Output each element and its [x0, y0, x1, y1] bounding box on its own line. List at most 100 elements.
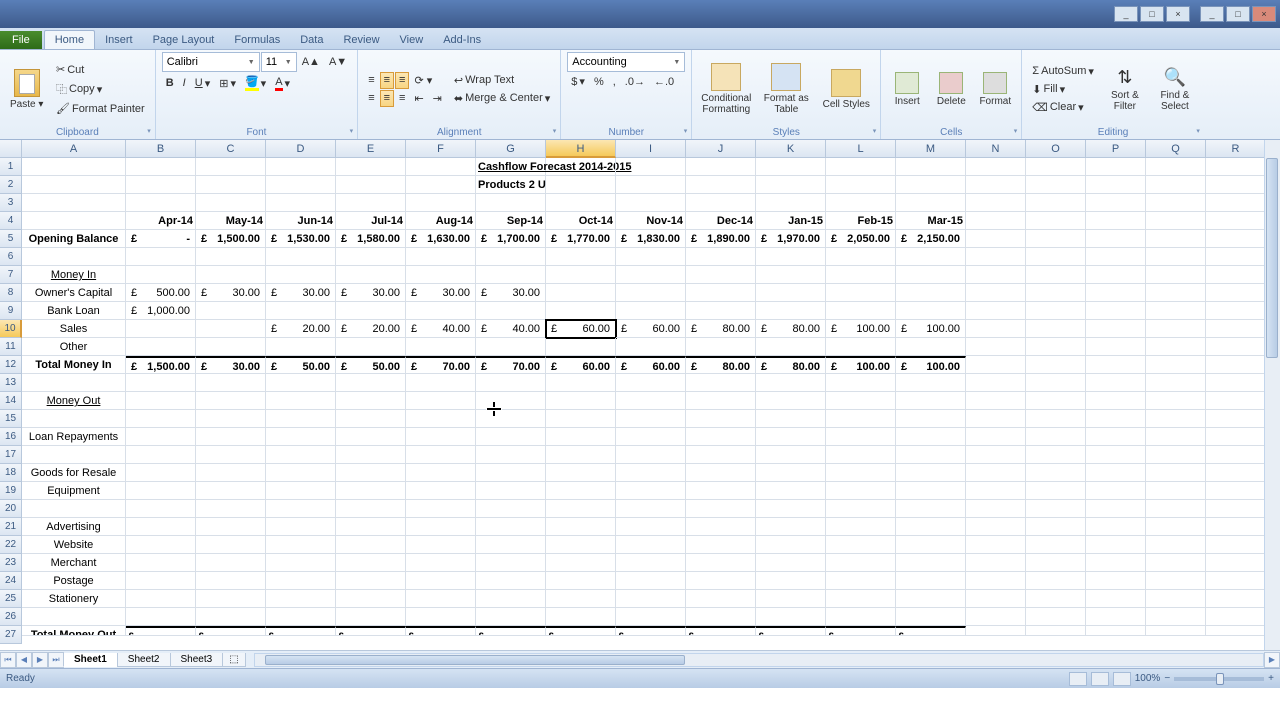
- fill-color-button[interactable]: 🪣 ▾: [241, 73, 270, 93]
- cell-R8[interactable]: [1206, 284, 1266, 302]
- cell-R6[interactable]: [1206, 248, 1266, 266]
- cell-K6[interactable]: [756, 248, 826, 266]
- cell-I23[interactable]: [616, 554, 686, 572]
- cell-A24[interactable]: Postage: [22, 572, 126, 590]
- cell-N24[interactable]: [966, 572, 1026, 590]
- cell-L18[interactable]: [826, 464, 896, 482]
- row-header-7[interactable]: 7: [0, 266, 22, 284]
- cell-R19[interactable]: [1206, 482, 1266, 500]
- row-header-15[interactable]: 15: [0, 410, 22, 428]
- cell-C26[interactable]: [196, 608, 266, 626]
- font-color-button[interactable]: A ▾: [271, 73, 294, 93]
- cell-P25[interactable]: [1086, 590, 1146, 608]
- cell-R21[interactable]: [1206, 518, 1266, 536]
- cell-D3[interactable]: [266, 194, 336, 212]
- cell-C18[interactable]: [196, 464, 266, 482]
- cell-P14[interactable]: [1086, 392, 1146, 410]
- cell-I8[interactable]: [616, 284, 686, 302]
- cell-M9[interactable]: [896, 302, 966, 320]
- cell-J13[interactable]: [686, 374, 756, 392]
- cell-N3[interactable]: [966, 194, 1026, 212]
- row-header-21[interactable]: 21: [0, 518, 22, 536]
- cell-D13[interactable]: [266, 374, 336, 392]
- cell-J16[interactable]: [686, 428, 756, 446]
- cell-N19[interactable]: [966, 482, 1026, 500]
- cell-R12[interactable]: [1206, 356, 1266, 374]
- cell-E22[interactable]: [336, 536, 406, 554]
- cell-J21[interactable]: [686, 518, 756, 536]
- column-header-N[interactable]: N: [966, 140, 1026, 158]
- cell-H20[interactable]: [546, 500, 616, 518]
- cell-N22[interactable]: [966, 536, 1026, 554]
- cell-A1[interactable]: [22, 158, 126, 176]
- cell-A4[interactable]: [22, 212, 126, 230]
- cell-R26[interactable]: [1206, 608, 1266, 626]
- cell-M6[interactable]: [896, 248, 966, 266]
- cell-E2[interactable]: [336, 176, 406, 194]
- font-size-select[interactable]: 11▼: [261, 52, 297, 72]
- cell-Q12[interactable]: [1146, 356, 1206, 374]
- cell-C19[interactable]: [196, 482, 266, 500]
- cell-Q25[interactable]: [1146, 590, 1206, 608]
- cell-J8[interactable]: [686, 284, 756, 302]
- cell-A19[interactable]: Equipment: [22, 482, 126, 500]
- cell-C20[interactable]: [196, 500, 266, 518]
- cell-L19[interactable]: [826, 482, 896, 500]
- cell-G8[interactable]: £30.00: [476, 284, 546, 302]
- cell-I20[interactable]: [616, 500, 686, 518]
- sheet-nav-last[interactable]: ⏭: [48, 652, 64, 668]
- delete-cells-button[interactable]: Delete: [931, 70, 971, 109]
- cell-M21[interactable]: [896, 518, 966, 536]
- cell-M5[interactable]: £2,150.00: [896, 230, 966, 248]
- cell-E16[interactable]: [336, 428, 406, 446]
- cell-B9[interactable]: £1,000.00: [126, 302, 196, 320]
- cell-P17[interactable]: [1086, 446, 1146, 464]
- cell-R17[interactable]: [1206, 446, 1266, 464]
- cell-I5[interactable]: £1,830.00: [616, 230, 686, 248]
- cell-L5[interactable]: £2,050.00: [826, 230, 896, 248]
- cell-E8[interactable]: £30.00: [336, 284, 406, 302]
- cell-M12[interactable]: £100.00: [896, 356, 966, 374]
- cell-K17[interactable]: [756, 446, 826, 464]
- cell-D7[interactable]: [266, 266, 336, 284]
- zoom-out-button[interactable]: −: [1164, 673, 1170, 684]
- cell-B24[interactable]: [126, 572, 196, 590]
- cell-F24[interactable]: [406, 572, 476, 590]
- row-header-5[interactable]: 5: [0, 230, 22, 248]
- cell-D23[interactable]: [266, 554, 336, 572]
- cell-styles-button[interactable]: Cell Styles: [818, 67, 874, 112]
- cell-H17[interactable]: [546, 446, 616, 464]
- cell-A3[interactable]: [22, 194, 126, 212]
- cell-A26[interactable]: [22, 608, 126, 626]
- cell-E17[interactable]: [336, 446, 406, 464]
- cell-L8[interactable]: [826, 284, 896, 302]
- cell-Q16[interactable]: [1146, 428, 1206, 446]
- cell-I9[interactable]: [616, 302, 686, 320]
- app-maximize-button[interactable]: □: [1226, 6, 1250, 22]
- cell-I26[interactable]: [616, 608, 686, 626]
- cell-B21[interactable]: [126, 518, 196, 536]
- cell-F7[interactable]: [406, 266, 476, 284]
- cell-N27[interactable]: [966, 626, 1026, 636]
- cell-Q2[interactable]: [1146, 176, 1206, 194]
- cell-F21[interactable]: [406, 518, 476, 536]
- cell-B7[interactable]: [126, 266, 196, 284]
- cell-Q20[interactable]: [1146, 500, 1206, 518]
- sheet-tab-3[interactable]: Sheet3: [170, 653, 224, 667]
- cell-E3[interactable]: [336, 194, 406, 212]
- cell-Q17[interactable]: [1146, 446, 1206, 464]
- cell-H4[interactable]: Oct-14: [546, 212, 616, 230]
- zoom-in-button[interactable]: +: [1268, 673, 1274, 684]
- cell-O12[interactable]: [1026, 356, 1086, 374]
- cell-N5[interactable]: [966, 230, 1026, 248]
- cell-H19[interactable]: [546, 482, 616, 500]
- cell-G25[interactable]: [476, 590, 546, 608]
- cell-J24[interactable]: [686, 572, 756, 590]
- cell-D27[interactable]: £: [266, 626, 336, 636]
- tab-addins[interactable]: Add-Ins: [433, 31, 491, 49]
- cell-D25[interactable]: [266, 590, 336, 608]
- cell-L22[interactable]: [826, 536, 896, 554]
- cell-P13[interactable]: [1086, 374, 1146, 392]
- workbook-close-button[interactable]: ×: [1166, 6, 1190, 22]
- tab-page-layout[interactable]: Page Layout: [143, 31, 225, 49]
